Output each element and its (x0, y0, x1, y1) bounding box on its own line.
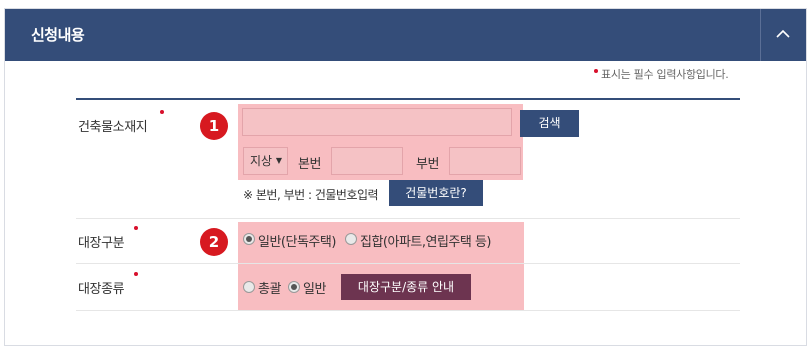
sub-number-label: 부번 (416, 157, 440, 172)
register-type-required-dot (134, 226, 138, 230)
register-kind-label: 대장종류 (78, 282, 125, 297)
radio-label-summary[interactable]: 총괄 (258, 278, 281, 297)
dropdown-arrow-icon: ▼ (275, 156, 282, 165)
required-note-dot (594, 69, 598, 73)
annotation-badge-1: 1 (200, 112, 228, 140)
row-divider (76, 218, 740, 219)
sub-number-input[interactable] (449, 147, 521, 175)
search-button[interactable]: 검색 (520, 110, 579, 137)
radio-label-general[interactable]: 일반 (303, 278, 326, 297)
radio-general-single[interactable] (243, 233, 255, 245)
collapse-button[interactable] (760, 9, 806, 61)
panel-title: 신청내용 (31, 26, 85, 44)
address-input[interactable] (242, 108, 512, 136)
radio-label-collective[interactable]: 집합(아파트,연립주택 등) (360, 231, 492, 250)
location-label: 건축물소재지 (78, 120, 148, 135)
location-required-dot (160, 110, 164, 114)
form-top-rule (76, 98, 740, 100)
land-type-value: 지상 (250, 154, 273, 168)
main-number-label: 본번 (298, 157, 322, 172)
radio-collective[interactable] (345, 233, 357, 245)
panel-header: 신청내용 (5, 9, 806, 61)
row-divider (76, 263, 740, 264)
annotation-badge-2: 2 (200, 228, 228, 256)
chevron-up-icon (776, 29, 790, 38)
register-guide-button[interactable]: 대장구분/종류 안내 (341, 274, 471, 300)
building-number-help-button[interactable]: 건물번호란? (389, 180, 483, 206)
main-number-input[interactable] (331, 147, 403, 175)
row-divider (76, 310, 740, 311)
radio-summary[interactable] (243, 281, 255, 293)
register-type-label: 대장구분 (78, 236, 125, 251)
radio-general[interactable] (288, 281, 300, 293)
register-kind-required-dot (134, 272, 138, 276)
building-number-hint: ※ 본번, 부번 : 건물번호입력 (243, 188, 379, 202)
radio-label-general-single[interactable]: 일반(단독주택) (258, 231, 336, 250)
land-type-select[interactable]: 지상 ▼ (243, 147, 288, 175)
required-note: 표시는 필수 입력사항입니다. (601, 68, 729, 81)
